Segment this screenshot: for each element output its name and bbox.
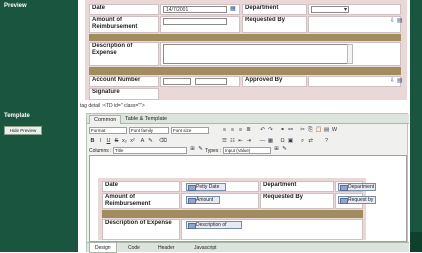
section-divider-2 bbox=[89, 67, 401, 75]
tag-detail: tag detail :<TD id=" class=""> bbox=[80, 103, 145, 109]
textarea-scrollbar[interactable] bbox=[347, 44, 353, 64]
account-number-label: Account Number bbox=[89, 76, 159, 87]
date-label: Date bbox=[89, 4, 159, 15]
template-form: Date Petty Date Department Department Am… bbox=[98, 178, 376, 240]
hr-icon[interactable]: ― bbox=[259, 138, 266, 145]
font-size-dropdown[interactable]: Font size bbox=[171, 127, 209, 134]
tab-table-template[interactable]: Table & Template bbox=[121, 115, 171, 124]
table-icon[interactable]: ▦ bbox=[267, 138, 274, 145]
account-input-1[interactable] bbox=[163, 78, 191, 85]
tpl-date-label: Date bbox=[102, 181, 180, 192]
subscript-icon[interactable]: x₂ bbox=[121, 138, 128, 145]
preview-label: Preview bbox=[4, 3, 27, 9]
amount-field[interactable]: Amount bbox=[186, 196, 220, 204]
italic-icon[interactable]: I bbox=[97, 138, 104, 145]
editor-tabs: Common Table & Template bbox=[87, 114, 409, 124]
underline-icon[interactable]: U bbox=[105, 138, 112, 145]
tpl-department-label: Department bbox=[260, 181, 334, 192]
tab-common[interactable]: Common bbox=[89, 115, 122, 124]
requested-by-label: Requested By bbox=[242, 16, 307, 33]
hide-preview-button[interactable]: Hide Preview bbox=[4, 126, 42, 135]
preview-form: Date 14/7/2001 ▦ Department Amount of Re… bbox=[85, 0, 407, 100]
justify-icon[interactable]: ≣ bbox=[245, 127, 252, 134]
indent-icon[interactable]: ⇥ bbox=[245, 138, 252, 145]
insert-type-icon[interactable]: ⊞ bbox=[273, 146, 280, 153]
link-icon[interactable]: ⚭ bbox=[279, 127, 286, 134]
clear-icon-2[interactable]: ▤ bbox=[397, 78, 403, 84]
toolbar-row-1: Format Font family Font size ≡ ≡ ≡ ≣ ↶ ↷… bbox=[87, 127, 409, 137]
image-icon[interactable]: ▣ bbox=[287, 138, 294, 145]
preview-pane: Date 14/7/2001 ▦ Department Amount of Re… bbox=[78, 0, 410, 100]
requested-by-cell bbox=[308, 16, 401, 33]
highlight-icon[interactable]: ✎ bbox=[147, 138, 154, 145]
font-family-dropdown[interactable]: Font family bbox=[129, 127, 169, 134]
sidebar: Preview Template Hide Preview bbox=[0, 0, 78, 252]
clean-icon[interactable]: ⌫ bbox=[159, 138, 167, 145]
calendar-icon[interactable]: ▦ bbox=[230, 6, 236, 12]
description-field[interactable]: Description of bbox=[186, 221, 242, 229]
approved-by-label: Approved By bbox=[242, 76, 307, 87]
department-label: Department bbox=[242, 4, 307, 15]
paste-icon[interactable]: 📋 bbox=[315, 127, 322, 134]
tpl-requested-by-label: Requested By bbox=[260, 193, 334, 209]
account-input-2[interactable] bbox=[195, 78, 227, 85]
section-divider bbox=[89, 34, 401, 41]
help-icon[interactable]: ? bbox=[323, 138, 330, 145]
insert-column-icon[interactable]: ⊞ bbox=[189, 146, 196, 153]
html-editor: Common Table & Template Format Font fami… bbox=[86, 113, 409, 253]
template-label: Template bbox=[4, 113, 30, 119]
columns-label: Columns : bbox=[89, 148, 112, 154]
edit-type-icon[interactable]: ✎ bbox=[281, 146, 288, 153]
align-center-icon[interactable]: ≡ bbox=[229, 127, 236, 134]
corner-block bbox=[410, 232, 422, 252]
design-canvas[interactable]: Date Petty Date Department Department Am… bbox=[89, 155, 407, 242]
unlink-icon[interactable]: ⚯ bbox=[287, 127, 294, 134]
tpl-section-divider bbox=[102, 210, 363, 218]
bullet-list-icon[interactable]: ☰ bbox=[221, 138, 228, 145]
omega-icon[interactable]: Ω bbox=[279, 138, 286, 145]
cut-icon[interactable]: ✂ bbox=[299, 127, 306, 134]
user-lookup-icon[interactable]: ⇩ bbox=[390, 18, 396, 24]
format-dropdown[interactable]: Format bbox=[89, 127, 127, 134]
columns-dropdown[interactable]: Title bbox=[113, 147, 187, 154]
number-list-icon[interactable]: ☷ bbox=[229, 138, 236, 145]
department-select[interactable] bbox=[311, 6, 349, 13]
redo-icon[interactable]: ↷ bbox=[267, 127, 274, 134]
petty-date-field[interactable]: Petty Date bbox=[186, 183, 226, 191]
bold-icon[interactable]: B bbox=[89, 138, 96, 145]
view-tabs: Design Code Header Javascript bbox=[87, 242, 409, 253]
clear-icon[interactable]: ▤ bbox=[397, 18, 403, 24]
types-dropdown[interactable]: Input (Value) bbox=[223, 147, 271, 154]
undo-icon[interactable]: ↶ bbox=[259, 127, 266, 134]
edit-column-icon[interactable]: ✎ bbox=[197, 146, 204, 153]
tpl-amount-label: Amount of Reimbursement bbox=[102, 193, 180, 209]
amount-input[interactable] bbox=[163, 18, 227, 25]
superscript-icon[interactable]: x² bbox=[129, 138, 136, 145]
copy-icon[interactable]: ⎘ bbox=[307, 127, 314, 134]
right-strip bbox=[410, 0, 422, 252]
paste-word-icon[interactable]: W bbox=[331, 127, 338, 134]
description-textarea[interactable] bbox=[163, 44, 353, 64]
align-left-icon[interactable]: ≡ bbox=[221, 127, 228, 134]
text-color-icon[interactable]: A bbox=[139, 138, 146, 145]
date-input[interactable]: 14/7/2001 bbox=[163, 6, 227, 13]
user-lookup-icon-2[interactable]: ⇩ bbox=[390, 78, 396, 84]
tpl-description-label: Description of Expense bbox=[102, 219, 180, 240]
strikethrough-icon[interactable]: S bbox=[113, 138, 120, 145]
find-icon[interactable]: ⌕ bbox=[299, 138, 306, 145]
outdent-icon[interactable]: ⇤ bbox=[237, 138, 244, 145]
paste-text-icon[interactable]: ▤ bbox=[323, 127, 330, 134]
request-by-field[interactable]: Request by bbox=[338, 196, 376, 204]
description-label: Description of Expense bbox=[89, 42, 159, 66]
types-label: Types : bbox=[205, 148, 222, 154]
department-field[interactable]: Department bbox=[338, 183, 376, 191]
amount-label: Amount of Reimbursement bbox=[89, 16, 159, 33]
align-right-icon[interactable]: ≡ bbox=[237, 127, 244, 134]
replace-icon[interactable]: ⇄ bbox=[307, 138, 314, 145]
approved-by-cell bbox=[308, 76, 401, 87]
signature-label: Signature bbox=[89, 88, 159, 100]
